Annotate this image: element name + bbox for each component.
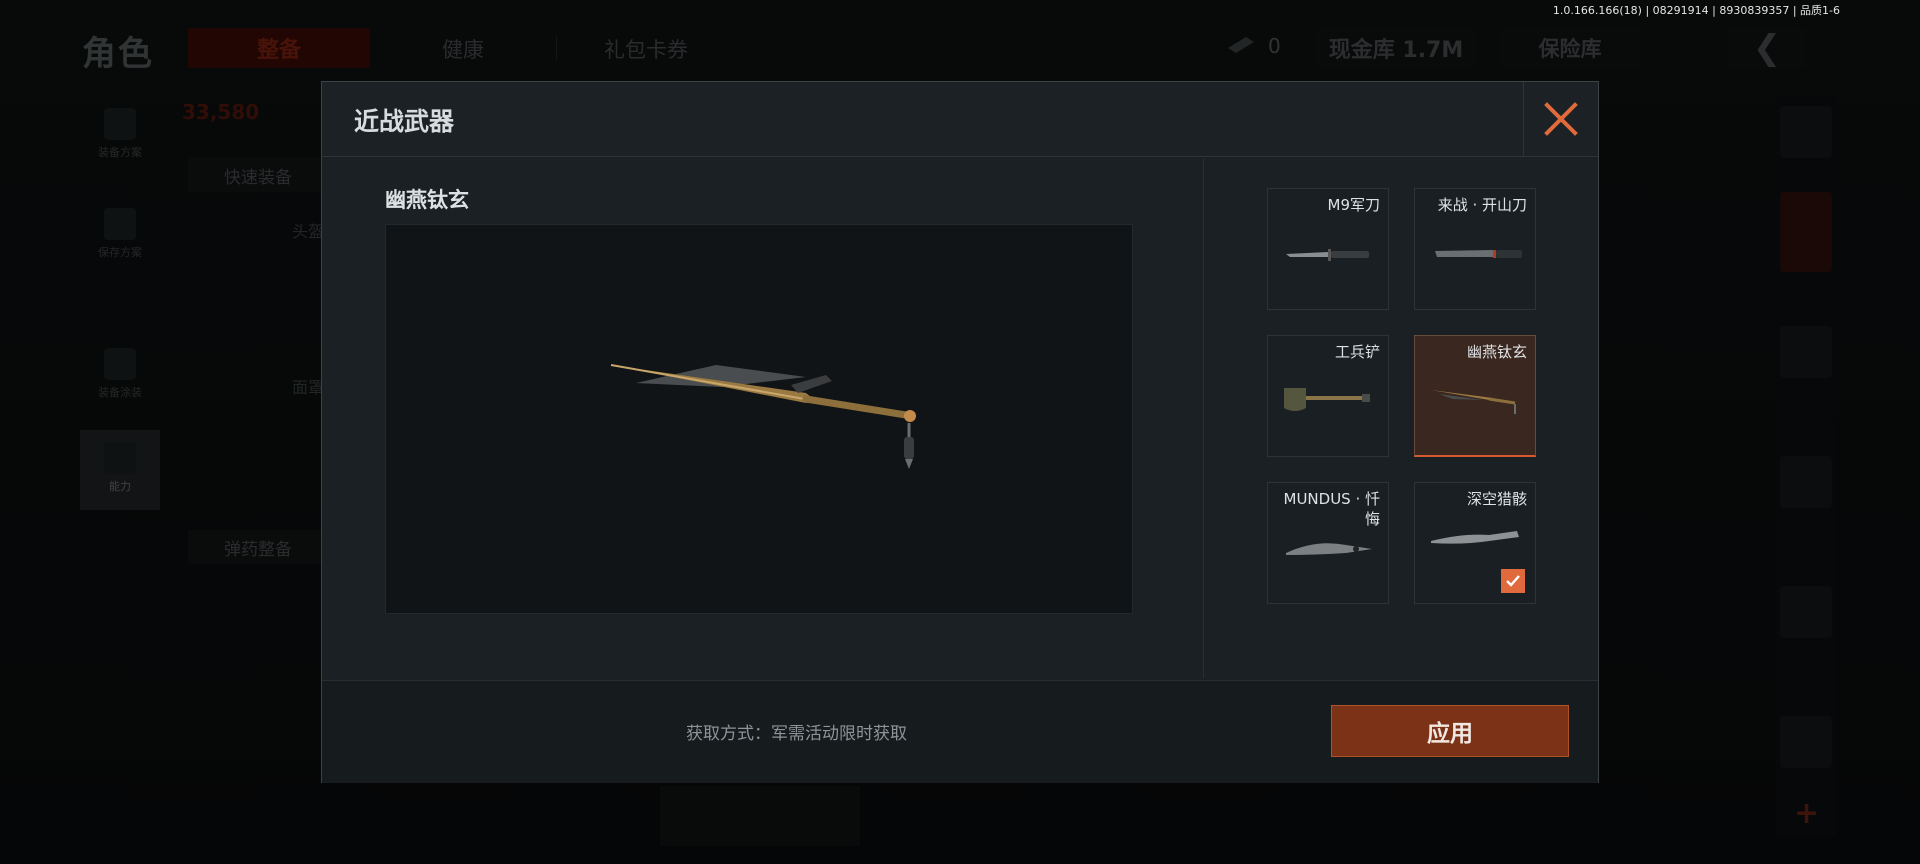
sidebar-item-ability[interactable]: 能力 [80,430,160,510]
weapon-name: M9军刀 [1327,196,1381,214]
currency-value: 0 [1268,34,1281,58]
knife-icon [1286,249,1369,261]
download-icon [104,208,136,240]
weapon-card-mundus[interactable]: MUNDUS · 忏悔 [1267,482,1389,604]
weapon-name: 来战 · 开山刀 [1437,196,1527,214]
ammo-button[interactable]: 弹药整备 [188,530,328,564]
ability-icon [104,442,136,474]
insurance-button[interactable]: 保险库 [1500,28,1640,68]
weapon-card-machete[interactable]: 来战 · 开山刀 [1414,188,1536,310]
slot-label-mask: 面罩 [292,378,325,397]
weapon-name: MUNDUS · 忏悔 [1283,490,1381,528]
weapon-card-shovel[interactable]: 工兵铲 [1267,335,1389,457]
slot-item[interactable] [1780,192,1832,272]
machete-icon [1435,250,1522,258]
equipped-check-icon [1501,569,1525,593]
weapon-name: 深空猎骸 [1466,490,1527,508]
equipped-melee-slot[interactable] [660,786,860,846]
dialog-footer: 获取方式：军需活动限时获取 应用 [322,680,1598,783]
right-slot-column: + [1776,96,1836,836]
tab-loadout[interactable]: 整备 [188,28,370,68]
sidebar-item-label: 保存方案 [98,246,142,259]
close-icon [1544,102,1578,136]
apply-button[interactable]: 应用 [1331,705,1569,757]
karambit-icon [1286,543,1372,555]
sidebar-item-save-plan[interactable]: 保存方案 [80,196,160,276]
vest-icon [104,108,136,140]
weapon-preview[interactable] [385,224,1133,614]
weapon-card-youyan-taixuan[interactable]: 幽燕钛玄 [1414,335,1536,457]
slot-item[interactable] [1780,326,1832,378]
preview-title: 幽燕钛玄 [385,188,469,212]
page-title: 角色 [82,34,154,74]
sidebar-item-label: 装备涂装 [98,386,142,399]
slot-item[interactable] [1780,586,1832,638]
equipment-panel: 33,580 快速装备 头盔 面罩 弹药整备 [172,94,332,654]
sidebar-item-loadout-plan[interactable]: 装备方案 [80,96,160,176]
tab-health[interactable]: 健康 [442,34,484,64]
shovel-icon [1284,388,1370,411]
chevron-left-icon: ❮ [1752,28,1782,68]
cash-icon [1228,37,1254,53]
stash-button[interactable]: 现金库 1.7M [1316,28,1476,68]
weapon-card-m9-knife[interactable]: M9军刀 [1267,188,1389,310]
acquisition-method: 获取方式：军需活动限时获取 [686,724,907,744]
close-button[interactable] [1523,82,1598,156]
weapon-name: 幽燕钛玄 [1466,343,1527,361]
sword-icon [610,364,916,469]
dialog-header: 近战武器 [322,82,1598,157]
version-text: 1.0.166.166(18) | 08291914 | 8930839357 … [1552,4,1840,17]
blade-icon [1431,531,1519,544]
slot-item[interactable] [1780,716,1832,768]
back-button[interactable]: ❮ [1728,28,1806,68]
add-icon[interactable]: + [1794,796,1819,831]
weapon-name: 工兵铲 [1334,343,1380,361]
panel-divider [1203,158,1204,678]
sidebar-item-label: 装备方案 [98,146,142,159]
melee-weapon-dialog: 近战武器 幽燕钛玄 M9军刀 来战 · 开山刀 工兵铲 幽燕钛玄 MUNDUS … [321,81,1599,783]
gear-value: 33,580 [182,100,260,124]
slot-label-helmet: 头盔 [292,222,325,241]
sidebar-item-label: 能力 [109,480,131,493]
sword-icon [1431,390,1516,414]
slot-item[interactable] [1780,106,1832,158]
quick-equip-button[interactable]: 快速装备 [188,158,328,192]
tab-gift-cards[interactable]: 礼包卡券 [604,34,688,64]
helmet-icon [104,348,136,380]
weapon-card-deep-space[interactable]: 深空猎骸 [1414,482,1536,604]
tab-divider [556,36,557,60]
slot-item[interactable] [1780,456,1832,508]
top-bar: 角色 整备 健康 礼包卡券 0 现金库 1.7M 保险库 ❮ [0,26,1920,74]
sidebar-item-skins[interactable]: 装备涂装 [80,336,160,416]
dialog-title: 近战武器 [354,107,455,136]
